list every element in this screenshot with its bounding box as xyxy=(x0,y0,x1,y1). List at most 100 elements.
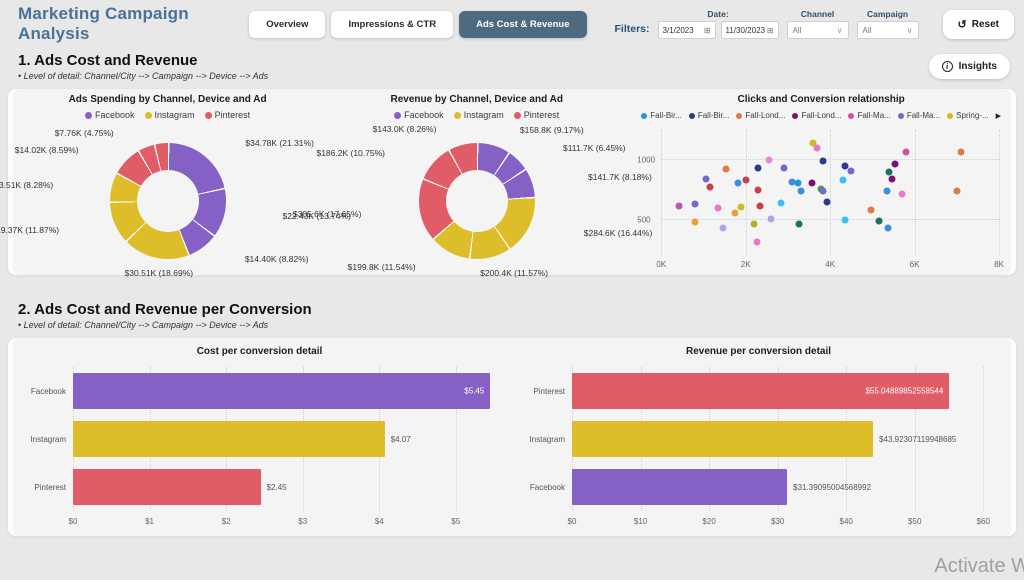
legend-item-campaign[interactable]: Spring-... xyxy=(947,111,988,120)
axis-tick-label: 6K xyxy=(910,260,920,269)
scatter-point[interactable] xyxy=(795,179,802,186)
per-conversion-card: Cost per conversion detail FacebookInsta… xyxy=(8,338,1016,536)
scatter-point[interactable] xyxy=(707,184,714,191)
bar-facebook[interactable]: $5.45 xyxy=(73,373,490,409)
scatter-point[interactable] xyxy=(953,188,960,195)
calendar-icon[interactable]: ⊞ xyxy=(704,26,711,35)
legend-item-campaign[interactable]: Fall-Lond... xyxy=(792,111,841,120)
scatter-point[interactable] xyxy=(738,203,745,210)
chart-title: Cost per conversion detail xyxy=(21,346,498,357)
legend-item-campaign[interactable]: Fall-Ma... xyxy=(898,111,940,120)
date-filter-label: Date: xyxy=(707,9,728,19)
legend-item-campaign[interactable]: Fall-Lond... xyxy=(736,111,785,120)
scatter-point[interactable] xyxy=(842,217,849,224)
scatter-point[interactable] xyxy=(885,169,892,176)
ads-spending-donut[interactable] xyxy=(110,143,226,259)
section1-header: 1. Ads Cost and Revenue • Level of detai… xyxy=(0,44,1024,85)
scatter-point[interactable] xyxy=(868,207,875,214)
scatter-point[interactable] xyxy=(754,164,761,171)
tab-ads-cost-revenue[interactable]: Ads Cost & Revenue xyxy=(459,11,586,38)
revenue-donut-panel: Revenue by Channel, Device and Ad Facebo… xyxy=(322,89,631,275)
scatter-point[interactable] xyxy=(692,219,699,226)
legend-item-campaign[interactable]: Fall-Bir... xyxy=(689,111,730,120)
scatter-point[interactable] xyxy=(809,180,816,187)
scatter-point[interactable] xyxy=(719,225,726,232)
legend-swatch xyxy=(689,113,695,119)
scatter-point[interactable] xyxy=(757,203,764,210)
scatter-point[interactable] xyxy=(889,176,896,183)
scatter-point[interactable] xyxy=(702,175,709,182)
bar-instagram[interactable] xyxy=(572,421,873,457)
scatter-point[interactable] xyxy=(899,191,906,198)
scatter-point[interactable] xyxy=(819,187,826,194)
scatter-point[interactable] xyxy=(753,239,760,246)
legend-item-pinterest[interactable]: Pinterest xyxy=(514,110,560,120)
scatter-point[interactable] xyxy=(876,217,883,224)
scatter-point[interactable] xyxy=(723,166,730,173)
revenue-donut[interactable] xyxy=(419,143,535,259)
bar-plot-area: $5.45$4.07$2.45 xyxy=(73,367,498,511)
calendar-icon[interactable]: ⊞ xyxy=(767,26,774,35)
top-bar: Marketing Campaign Analysis Overview Imp… xyxy=(0,0,1024,44)
scatter-point[interactable] xyxy=(891,160,898,167)
date-to-input[interactable]: 11/30/2023 ⊞ xyxy=(721,21,779,39)
scatter-point[interactable] xyxy=(750,220,757,227)
scatter-point[interactable] xyxy=(778,199,785,206)
bar-pinterest[interactable] xyxy=(73,469,261,505)
date-from-input[interactable]: 3/1/2023 ⊞ xyxy=(658,21,716,39)
scatter-point[interactable] xyxy=(819,158,826,165)
scatter-point[interactable] xyxy=(824,199,831,206)
reset-button[interactable]: ↺ Reset xyxy=(943,10,1014,39)
legend-item-facebook[interactable]: Facebook xyxy=(394,110,444,120)
legend-item-facebook[interactable]: Facebook xyxy=(85,110,135,120)
campaign-select[interactable]: All ∨ xyxy=(857,21,919,39)
scatter-point[interactable] xyxy=(847,168,854,175)
scatter-point[interactable] xyxy=(765,157,772,164)
axis-tick-label: 2K xyxy=(741,260,751,269)
scatter-point[interactable] xyxy=(958,148,965,155)
scatter-point[interactable] xyxy=(780,165,787,172)
legend-item-instagram[interactable]: Instagram xyxy=(145,110,195,120)
legend-label: Fall-Bir... xyxy=(650,111,682,120)
tab-impressions-ctr[interactable]: Impressions & CTR xyxy=(331,11,453,38)
legend-item-campaign[interactable]: Fall-Bir... xyxy=(641,111,682,120)
legend-label: Facebook xyxy=(404,110,444,120)
bar-category-label: Facebook xyxy=(21,387,73,396)
bar-instagram[interactable] xyxy=(73,421,385,457)
donut-hole xyxy=(137,170,199,232)
scatter-point[interactable] xyxy=(839,177,846,184)
scatter-point[interactable] xyxy=(692,200,699,207)
scatter-point[interactable] xyxy=(884,224,891,231)
slice-label: $30.51K (18.69%) xyxy=(125,268,194,278)
scatter-point[interactable] xyxy=(731,210,738,217)
scatter-point[interactable] xyxy=(903,149,910,156)
legend-item-pinterest[interactable]: Pinterest xyxy=(205,110,251,120)
bar-facebook[interactable] xyxy=(572,469,787,505)
scatter-point[interactable] xyxy=(675,202,682,209)
chart-title: Revenue per conversion detail xyxy=(520,346,997,357)
tab-overview[interactable]: Overview xyxy=(249,11,325,38)
gridline xyxy=(999,130,1000,256)
scatter-point[interactable] xyxy=(884,187,891,194)
donut-legend: Facebook Instagram Pinterest xyxy=(13,110,322,120)
insights-button[interactable]: i Insights xyxy=(929,54,1010,79)
legend-label: Instagram xyxy=(155,110,195,120)
scatter-point[interactable] xyxy=(797,188,804,195)
legend-scroll-right-icon[interactable]: ▶ xyxy=(996,112,1001,120)
bar-category-label: Pinterest xyxy=(21,483,73,492)
legend-item-instagram[interactable]: Instagram xyxy=(454,110,504,120)
legend-item-campaign[interactable]: Fall-Ma... xyxy=(848,111,890,120)
scatter-point[interactable] xyxy=(735,179,742,186)
scatter-point[interactable] xyxy=(814,145,821,152)
axis-tick-label: $40 xyxy=(840,517,853,526)
scatter-point[interactable] xyxy=(714,205,721,212)
scatter-point[interactable] xyxy=(742,177,749,184)
channel-select[interactable]: All ∨ xyxy=(787,21,849,39)
axis-tick-label: $2 xyxy=(222,517,231,526)
scatter-point[interactable] xyxy=(796,221,803,228)
bar-pinterest[interactable]: $55.04889852558544 xyxy=(572,373,949,409)
scatter-point[interactable] xyxy=(767,215,774,222)
legend-label: Fall-Lond... xyxy=(745,111,785,120)
scatter-point[interactable] xyxy=(755,187,762,194)
bar-value-label: $31.39095004568992 xyxy=(793,483,871,492)
